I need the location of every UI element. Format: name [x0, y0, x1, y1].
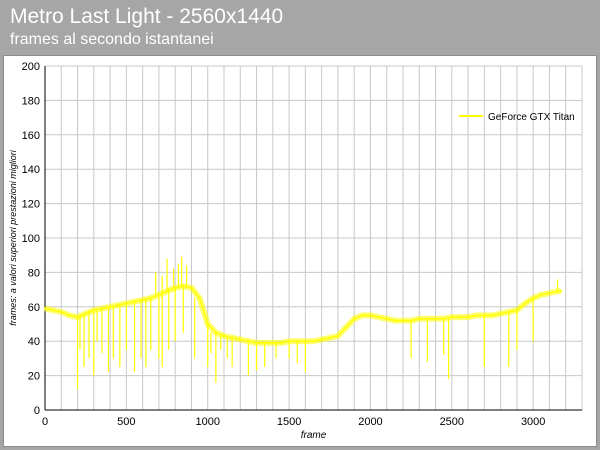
series-point — [125, 302, 128, 305]
series-point — [190, 286, 193, 290]
y-tick-label: 0 — [34, 405, 40, 417]
chart-frame: Metro Last Light - 2560x1440 frames al s… — [0, 0, 600, 450]
series-point — [369, 314, 372, 317]
series-point — [548, 291, 551, 295]
series-point — [304, 340, 307, 343]
series-point — [450, 315, 454, 319]
series-point — [255, 341, 258, 345]
y-tick-label: 80 — [28, 267, 40, 279]
x-tick-label: 0 — [42, 416, 48, 428]
series-point — [483, 314, 486, 317]
chart-subtitle: frames al secondo istantanei — [10, 31, 214, 48]
series-point — [531, 297, 535, 300]
series-point — [466, 315, 470, 319]
series-point — [198, 297, 201, 300]
y-tick-label: 60 — [28, 302, 40, 314]
chart-svg: 0204060801001201401601802000 500 1000 1500 2… — [8, 61, 583, 441]
series-point — [491, 314, 494, 317]
series-point — [108, 305, 112, 308]
series-point — [239, 338, 242, 341]
series-point — [222, 334, 226, 338]
series-point — [141, 298, 144, 302]
series-point — [515, 309, 519, 312]
series-point — [173, 286, 177, 290]
y-tick-label: 100 — [22, 233, 40, 245]
y-tick-label: 160 — [22, 130, 40, 142]
y-axis-label: frames: a valori superiori prestazioni m… — [8, 149, 18, 326]
series-point — [540, 293, 543, 296]
series-point — [361, 314, 364, 317]
series-point — [418, 317, 421, 321]
legend-label: GeForce GTX Titan — [488, 112, 575, 123]
series-point — [68, 314, 71, 317]
x-tick-label: 2500 — [440, 416, 464, 428]
series-point — [76, 315, 79, 319]
series-point — [559, 290, 563, 293]
chart-panel: 0 20 40 60 80 100 120 140 160 180 200 0 500 1000 1500 2… — [3, 55, 597, 447]
series-point — [214, 331, 218, 334]
series-point — [60, 310, 63, 314]
x-tick-label: 1000 — [195, 416, 219, 428]
series-point — [556, 290, 559, 293]
y-tick-label: 40 — [28, 336, 40, 348]
series-point — [92, 309, 96, 312]
series-point — [499, 312, 502, 315]
x-tick-label: 2000 — [358, 416, 382, 428]
series-point — [312, 340, 315, 343]
x-axis-label: frame — [301, 430, 327, 441]
series-point — [43, 307, 47, 310]
series-point — [336, 334, 340, 338]
y-tick-label: 120 — [22, 199, 40, 211]
series-point — [230, 336, 234, 339]
chart-title: Metro Last Light - 2560x1440 — [10, 5, 284, 28]
series-point — [182, 284, 185, 288]
series-point — [393, 319, 397, 322]
series-point — [100, 307, 104, 310]
x-tick-label: 500 — [117, 416, 135, 428]
series-point — [279, 341, 283, 345]
series-point — [320, 338, 323, 341]
series-point — [409, 319, 413, 322]
y-tick-label: 140 — [22, 164, 40, 176]
series-point — [442, 317, 445, 321]
series-point — [296, 340, 299, 343]
series-point — [287, 340, 291, 343]
y-tick-label: 180 — [22, 95, 40, 107]
series-point — [426, 317, 429, 321]
x-tick-label: 1500 — [277, 416, 301, 428]
series-point — [263, 341, 266, 345]
series-point — [157, 293, 161, 296]
series-point — [149, 297, 152, 300]
series-point — [344, 326, 348, 329]
series-point — [165, 290, 169, 293]
series-point — [133, 300, 136, 303]
series-point — [247, 340, 250, 343]
series-point — [206, 322, 209, 326]
series-point — [352, 317, 356, 321]
series-point — [434, 317, 437, 321]
series-point — [401, 319, 405, 322]
series-point — [328, 336, 331, 339]
y-tick-label: 20 — [28, 371, 40, 383]
series-point — [523, 302, 527, 305]
series-point — [377, 315, 380, 319]
series-point — [117, 303, 120, 307]
x-tick-label: 3000 — [521, 416, 545, 428]
series-point — [385, 317, 388, 321]
series-point — [51, 309, 55, 312]
series-point — [84, 312, 87, 315]
series-point — [507, 310, 510, 314]
series-point — [458, 315, 462, 319]
y-tick-label: 200 — [22, 61, 40, 73]
series-point — [271, 341, 275, 345]
series-point — [475, 314, 478, 317]
